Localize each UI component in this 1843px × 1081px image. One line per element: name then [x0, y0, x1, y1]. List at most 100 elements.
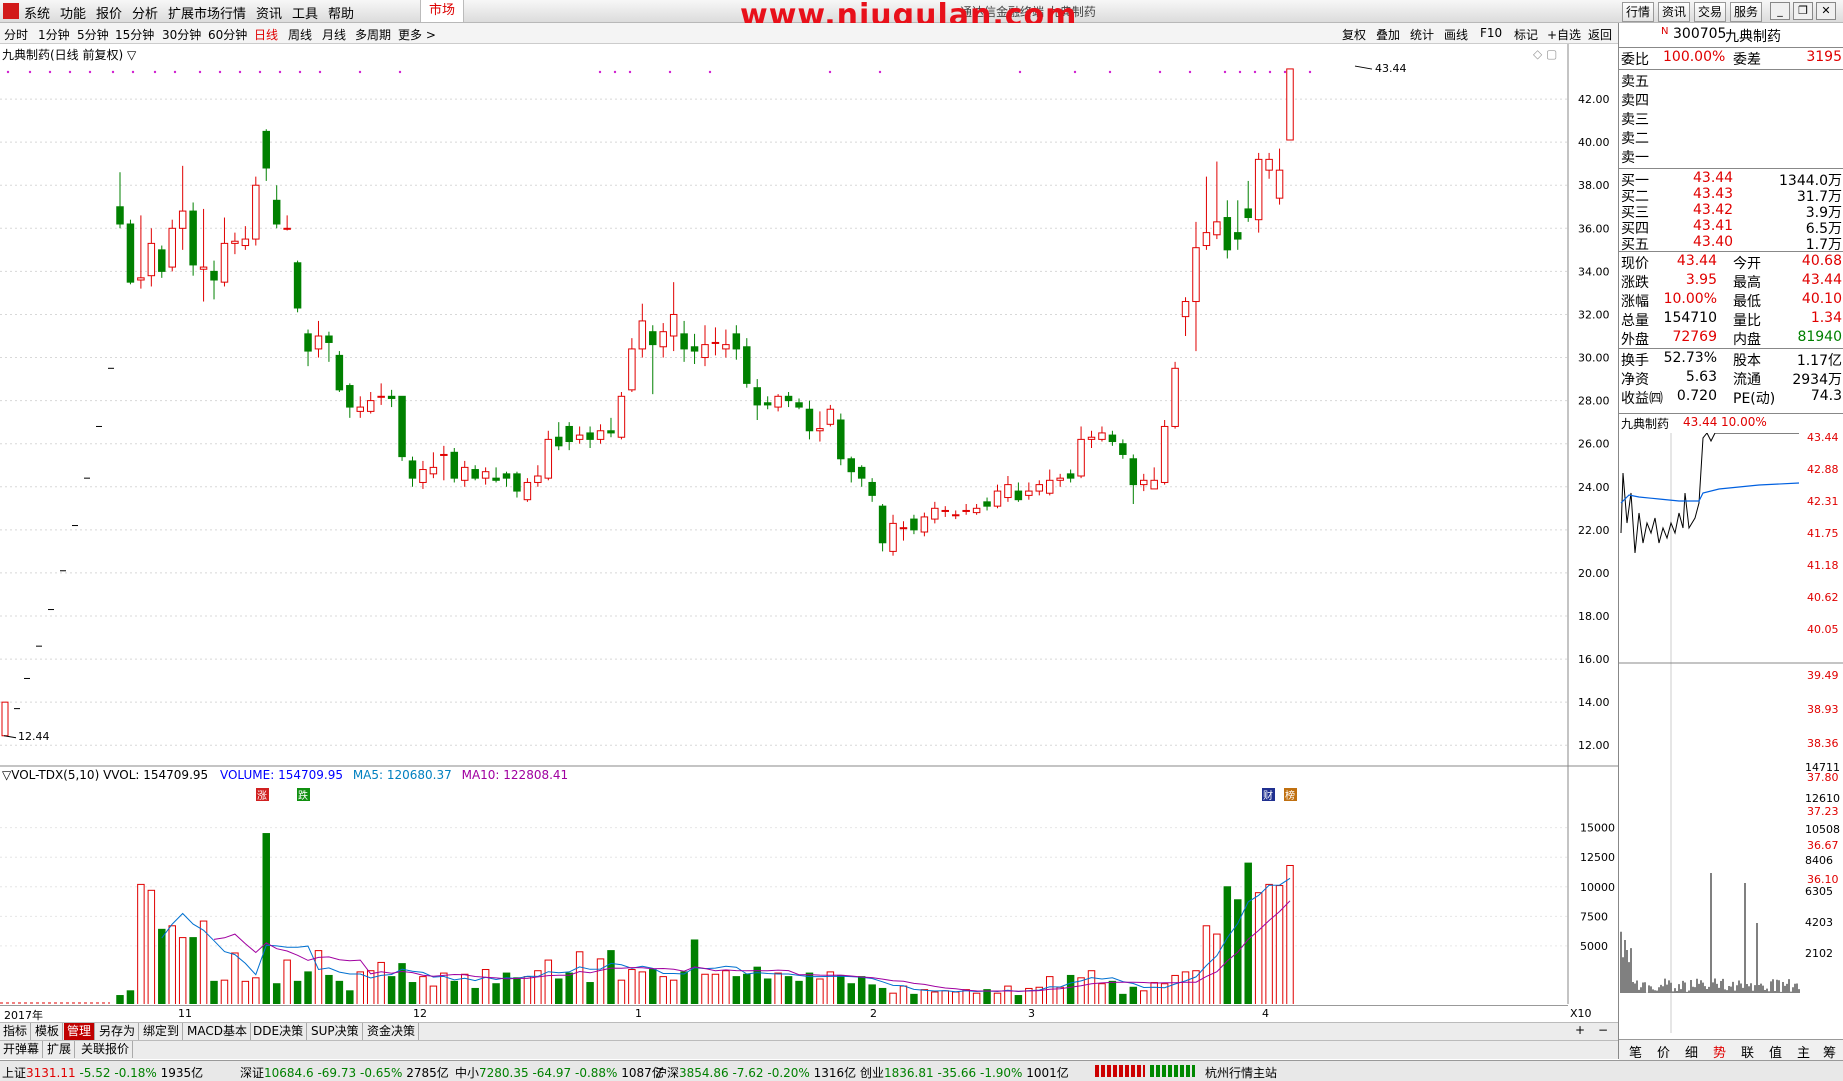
tab-funds[interactable]: 资金决策: [364, 1023, 419, 1040]
market-button[interactable]: 市场: [420, 0, 464, 22]
sell-row[interactable]: 卖一: [1621, 147, 1842, 166]
period-more[interactable]: 更多 >: [398, 26, 436, 43]
minimize-icon[interactable]: _: [1770, 2, 1790, 20]
period-tab[interactable]: 多周期: [355, 26, 391, 43]
candle: [127, 224, 133, 282]
candle: [336, 355, 342, 389]
tab-save-as[interactable]: 另存为: [96, 1023, 139, 1040]
candle: [138, 278, 144, 280]
tab-manage[interactable]: 管理: [64, 1023, 95, 1040]
panel-tab[interactable]: 筹: [1823, 1042, 1836, 1061]
top-button-trade[interactable]: 交易: [1694, 2, 1726, 22]
period-tab[interactable]: 60分钟: [208, 26, 247, 43]
menu-analysis[interactable]: 分析: [132, 3, 158, 22]
event-dot: [879, 71, 881, 73]
close-icon[interactable]: ✕: [1816, 2, 1836, 20]
candle: [179, 211, 185, 228]
tab-template[interactable]: 模板: [32, 1023, 63, 1040]
sell-row[interactable]: 卖五: [1621, 71, 1842, 90]
panel-tab[interactable]: 价: [1657, 1042, 1670, 1061]
panel-tab-active[interactable]: 势: [1713, 1042, 1726, 1061]
period-tab[interactable]: 周线: [288, 26, 312, 43]
restore-icon[interactable]: ❐: [1793, 2, 1813, 20]
candle: [629, 349, 635, 390]
mini-price-tick: 41.18: [1807, 559, 1839, 572]
volume-bar: [1067, 975, 1073, 1004]
candle: [388, 396, 394, 398]
period-tab[interactable]: 分时: [4, 26, 28, 43]
toolbar-add-watchlist[interactable]: +自选: [1547, 26, 1581, 43]
volume-bar: [838, 975, 844, 1004]
menu-help[interactable]: 帮助: [328, 3, 354, 22]
panel-tab[interactable]: 细: [1685, 1042, 1698, 1061]
tab-danmaku[interactable]: 开弹幕: [0, 1041, 43, 1058]
volume-bar: [1099, 984, 1105, 1004]
zoom-in-icon[interactable]: +: [1575, 1023, 1585, 1037]
server-station[interactable]: 杭州行情主站: [1205, 1064, 1277, 1081]
tab-extend[interactable]: 扩展: [44, 1041, 75, 1058]
y-tick-label: 20.00: [1578, 567, 1610, 580]
period-tab[interactable]: 5分钟: [77, 26, 109, 43]
toolbar-stats[interactable]: 统计: [1410, 26, 1434, 43]
top-button-info[interactable]: 资讯: [1658, 2, 1690, 22]
volume-bar: [367, 971, 373, 1004]
volume-value: VOLUME: 154709.95: [220, 768, 343, 782]
toolbar-back[interactable]: 返回: [1588, 26, 1612, 43]
index-sh[interactable]: 上证3131.11 -5.52 -0.18% 1935亿: [2, 1064, 203, 1081]
intraday-mini-chart[interactable]: 43.44 42.88 42.31 41.75 41.18 40.62 40.05 39.49…: [1619, 433, 1843, 1039]
toolbar-fuquan[interactable]: 复权: [1342, 26, 1366, 43]
panel-tab[interactable]: 笔: [1629, 1042, 1642, 1061]
event-dot: [299, 71, 301, 73]
menu-quote[interactable]: 报价: [96, 3, 122, 22]
volume-bar: [482, 970, 488, 1004]
candle: [1224, 218, 1230, 250]
sell-row[interactable]: 卖二: [1621, 128, 1842, 147]
index-zx[interactable]: 中小7280.35 -64.97 -0.88% 1087亿: [455, 1064, 664, 1081]
candle: [211, 271, 217, 280]
toolbar-mark[interactable]: 标记: [1514, 26, 1538, 43]
tab-sup[interactable]: SUP决策: [308, 1023, 363, 1040]
sell-row[interactable]: 卖四: [1621, 90, 1842, 109]
period-tab-active[interactable]: 日线: [254, 26, 278, 43]
tab-bind[interactable]: 绑定到: [140, 1023, 183, 1040]
index-cy[interactable]: 创业1836.81 -35.66 -1.90% 1001亿: [860, 1064, 1069, 1081]
candle: [796, 403, 802, 407]
menu-tools[interactable]: 工具: [292, 3, 318, 22]
index-sz[interactable]: 深证10684.6 -69.73 -0.65% 2785亿: [240, 1064, 449, 1081]
candle: [994, 491, 1000, 506]
volume-bar: [1245, 863, 1251, 1004]
panel-tab[interactable]: 值: [1769, 1042, 1782, 1061]
stat-value: 1.34: [1811, 310, 1842, 326]
tab-dde[interactable]: DDE决策: [250, 1023, 307, 1040]
candle: [618, 396, 624, 437]
toolbar-overlay[interactable]: 叠加: [1376, 26, 1400, 43]
period-tab[interactable]: 月线: [322, 26, 346, 43]
kline-chart[interactable]: 42.00 40.00 38.00 36.00 34.00 32.00 30.00 28.00…: [0, 44, 1618, 1004]
period-tab[interactable]: 30分钟: [162, 26, 201, 43]
top-button-quote[interactable]: 行情: [1622, 2, 1654, 22]
top-button-service[interactable]: 服务: [1730, 2, 1762, 22]
candle: [775, 396, 781, 407]
x-label: 2: [870, 1007, 877, 1020]
zoom-out-icon[interactable]: −: [1598, 1023, 1608, 1037]
stat-label: 换手: [1621, 350, 1649, 370]
tab-macd[interactable]: MACD基本: [184, 1023, 251, 1040]
order-label: 卖二: [1621, 128, 1649, 148]
index-hs[interactable]: 沪深3854.86 -7.62 -0.20% 1316亿: [655, 1064, 856, 1081]
toolbar-draw[interactable]: 画线: [1444, 26, 1468, 43]
x-label: 11: [178, 1007, 192, 1020]
menu-info[interactable]: 资讯: [256, 3, 282, 22]
panel-tab[interactable]: 主: [1797, 1042, 1810, 1061]
sell-row[interactable]: 卖三: [1621, 109, 1842, 128]
period-tab[interactable]: 1分钟: [38, 26, 70, 43]
tab-indicator[interactable]: 指标: [0, 1023, 31, 1040]
weicha-label: 委差: [1733, 49, 1761, 69]
menu-function[interactable]: 功能: [60, 3, 86, 22]
toolbar-f10[interactable]: F10: [1480, 26, 1502, 40]
menu-extended-market[interactable]: 扩展市场行情: [168, 3, 246, 22]
tab-related-quote[interactable]: 关联报价: [78, 1041, 133, 1058]
panel-tab[interactable]: 联: [1741, 1042, 1754, 1061]
menu-system[interactable]: 系统: [24, 3, 50, 22]
period-tab[interactable]: 15分钟: [115, 26, 154, 43]
y-tick-label: 28.00: [1578, 395, 1610, 408]
